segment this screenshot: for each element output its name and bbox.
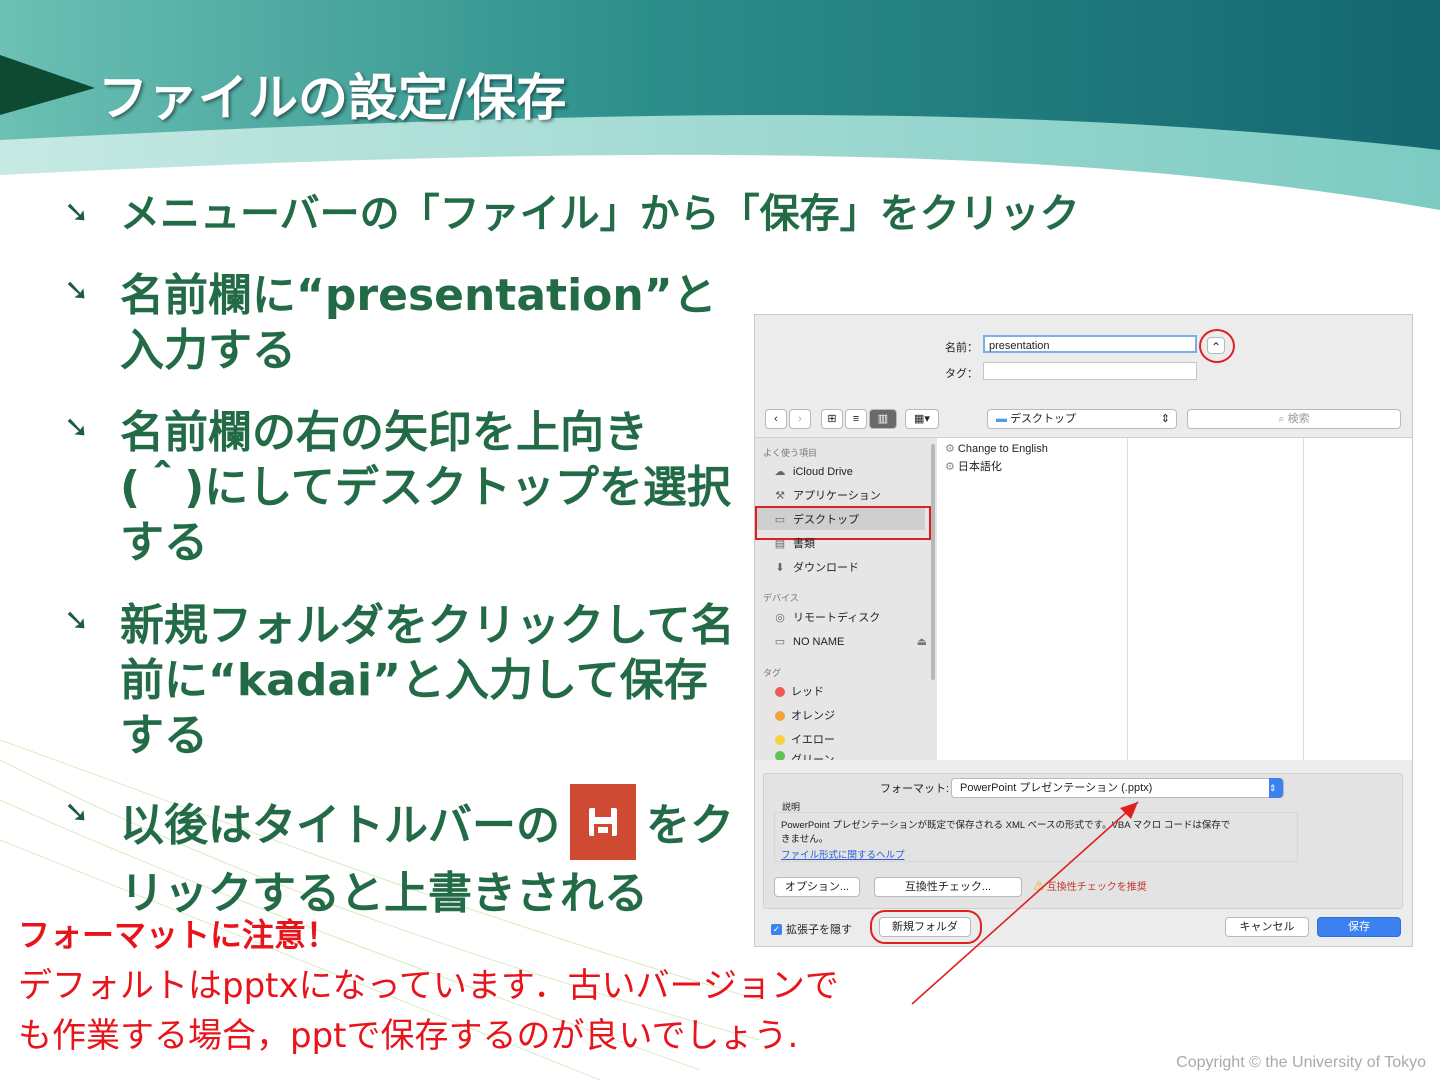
bullet-arrow-icon: ➘ bbox=[64, 273, 90, 308]
sidebar-tag-orange[interactable]: オレンジ bbox=[771, 707, 835, 725]
save-button[interactable]: 保存 bbox=[1317, 917, 1401, 937]
name-label: 名前： bbox=[945, 342, 978, 354]
tag-label: タグ： bbox=[945, 368, 978, 380]
forward-button[interactable]: › bbox=[789, 409, 811, 429]
sidebar-item-remote-disc[interactable]: ◎ リモートディスク bbox=[771, 609, 880, 627]
tag-input[interactable] bbox=[983, 362, 1197, 380]
format-note-line: も作業する場合，pptで保存するのが良いでしょう. bbox=[18, 1016, 799, 1056]
sidebar-item-icloud[interactable]: ☁ iCloud Drive bbox=[771, 463, 853, 481]
bullet-text-line: 名前欄の右の矢印を上向き bbox=[120, 407, 648, 458]
download-icon: ⬇ bbox=[775, 562, 785, 574]
browser-column-2 bbox=[1127, 438, 1304, 760]
column-view-button[interactable]: ▥ bbox=[869, 409, 897, 429]
sidebar-tag-green[interactable]: グリーン bbox=[771, 751, 834, 760]
sidebar-item-no-name[interactable]: ▭ NO NAME ⏏ bbox=[771, 633, 927, 651]
documents-icon: ▤ bbox=[774, 538, 786, 550]
back-button[interactable]: ‹ bbox=[765, 409, 787, 429]
bullet-arrow-icon: ➘ bbox=[64, 603, 90, 638]
pointer-arrow bbox=[911, 801, 1139, 1005]
disc-icon: ◎ bbox=[775, 612, 785, 624]
hide-extension-label: 拡張子を隠す bbox=[786, 924, 852, 936]
sidebar-item-documents[interactable]: ▤ 書類 bbox=[771, 535, 815, 553]
bullet-text: メニューバーの「ファイル」から「保存」をクリック bbox=[120, 191, 1080, 237]
bullet-arrow-icon: ➘ bbox=[64, 795, 90, 830]
updown-icon: ⇕ bbox=[1269, 778, 1283, 798]
bullet-new-folder: ➘ 新規フォルダをクリックして名 前に“kadai”と入力して保存 する bbox=[64, 598, 735, 763]
bullet-menu-save: ➘ メニューバーの「ファイル」から「保存」をクリック bbox=[64, 190, 1080, 238]
format-note-line: デフォルトはpptxになっています．古いバージョンで bbox=[18, 966, 839, 1006]
folder-icon: ▬ bbox=[996, 413, 1011, 425]
bullet-text-line: (＾)にしてデスクトップを選択 bbox=[120, 462, 731, 513]
bullet-text-line: 前に“kadai”と入力して保存 bbox=[120, 655, 708, 706]
sidebar-item-downloads[interactable]: ⬇ ダウンロード bbox=[771, 559, 859, 577]
search-placeholder: 検索 bbox=[1287, 413, 1310, 425]
name-input[interactable]: presentation bbox=[983, 335, 1197, 353]
bullet-text-part: をク bbox=[646, 800, 734, 851]
copyright: Copyright © the University of Tokyo bbox=[1176, 1054, 1426, 1071]
options-button[interactable]: オプション... bbox=[774, 877, 860, 897]
bullet-arrow-icon: ➘ bbox=[64, 195, 90, 230]
location-popup[interactable]: ▬ デスクトップ ⇕ bbox=[987, 409, 1177, 429]
bullet-name-field: ➘ 名前欄に“presentation”と 入力する bbox=[64, 268, 717, 378]
icon-view-button[interactable]: ⊞ bbox=[821, 409, 843, 429]
drive-icon: ▭ bbox=[774, 636, 786, 648]
script-icon: ⚙ bbox=[945, 443, 958, 455]
green-tag-dot bbox=[775, 751, 785, 760]
sidebar-tag-yellow[interactable]: イエロー bbox=[771, 731, 835, 749]
sidebar-tag-red[interactable]: レッド bbox=[771, 683, 824, 701]
eject-icon[interactable]: ⏏ bbox=[917, 633, 927, 651]
bullet-text-line: 名前欄に“presentation”と bbox=[120, 270, 717, 321]
file-item[interactable]: ⚙ Change to English bbox=[945, 442, 1048, 455]
script-icon: ⚙ bbox=[945, 461, 958, 473]
arrange-button[interactable]: ▦▾ bbox=[905, 409, 939, 429]
sidebar-scrollbar[interactable] bbox=[931, 444, 935, 680]
location-label: デスクトップ bbox=[1010, 413, 1077, 425]
file-item[interactable]: ⚙ 日本語化 bbox=[945, 458, 1002, 474]
search-field[interactable]: ⌕ 検索 bbox=[1187, 409, 1401, 429]
bullet-text-line: 新規フォルダをクリックして名 bbox=[120, 600, 735, 651]
favorites-header: よく使う項目 bbox=[763, 448, 818, 458]
yellow-tag-dot bbox=[775, 735, 785, 745]
tags-header: タグ bbox=[763, 668, 782, 678]
cloud-icon: ☁ bbox=[774, 466, 786, 478]
bullet-text-part: 以後はタイトルバーの bbox=[120, 800, 560, 851]
applications-icon: ⚒ bbox=[775, 490, 785, 502]
bullet-overwrite: ➘ 以後はタイトルバーの をク リックすると上書きされる bbox=[64, 784, 734, 921]
bullet-text-line: する bbox=[120, 517, 208, 568]
cancel-button[interactable]: キャンセル bbox=[1225, 917, 1309, 937]
bullet-text-line: する bbox=[120, 710, 208, 761]
sidebar-item-applications[interactable]: ⚒ アプリケーション bbox=[771, 487, 881, 505]
bullet-arrow-icon: ➘ bbox=[64, 410, 90, 445]
updown-icon: ⇕ bbox=[1160, 413, 1170, 425]
hide-extension-option[interactable]: ✓ 拡張子を隠す bbox=[771, 921, 852, 937]
file-browser: ⚙ Change to English ⚙ 日本語化 bbox=[937, 437, 1412, 760]
sidebar: よく使う項目 ☁ iCloud Drive ⚒ アプリケーション ▭ デスクトップ ▤… bbox=[755, 437, 937, 760]
red-tag-dot bbox=[775, 687, 785, 697]
expand-highlight-ring bbox=[1199, 329, 1235, 363]
slide-title: ファイルの設定/保存 bbox=[98, 69, 567, 127]
list-view-button[interactable]: ≡ bbox=[845, 409, 867, 429]
search-icon: ⌕ bbox=[1278, 413, 1288, 425]
format-note-heading: フォーマットに注意！ bbox=[18, 916, 339, 954]
checkbox-checked-icon[interactable]: ✓ bbox=[771, 923, 782, 935]
orange-tag-dot bbox=[775, 711, 785, 721]
bullet-text-line: 入力する bbox=[120, 325, 296, 376]
browser-column-1: ⚙ Change to English ⚙ 日本語化 bbox=[937, 438, 1128, 760]
devices-header: デバイス bbox=[763, 593, 799, 603]
bullet-expand-arrow: ➘ 名前欄の右の矢印を上向き (＾)にしてデスクトップを選択 する bbox=[64, 405, 731, 570]
save-icon bbox=[570, 784, 636, 860]
